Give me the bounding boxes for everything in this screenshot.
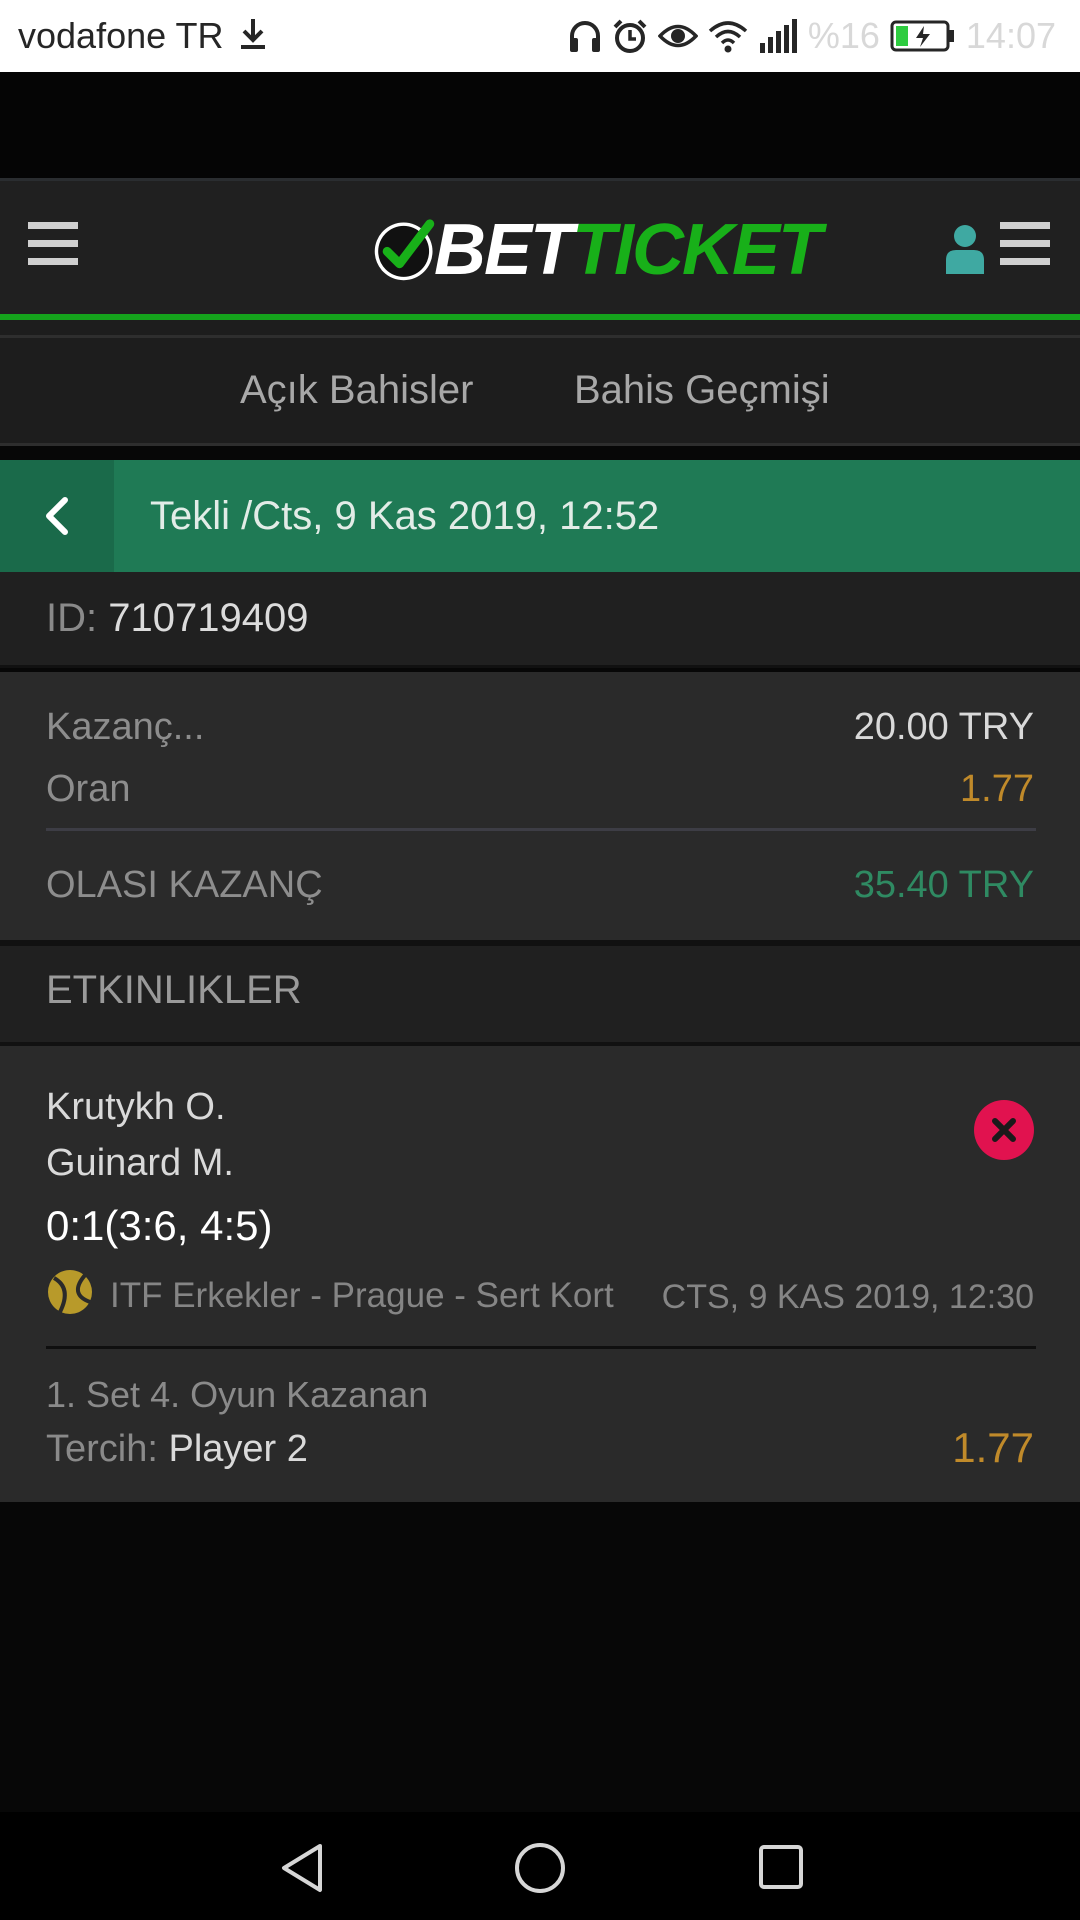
wifi-icon [708, 19, 748, 53]
beticket-logo[interactable]: BETTICKET [372, 202, 822, 298]
menu-icon[interactable] [28, 222, 78, 272]
nav-home-icon[interactable] [514, 1842, 566, 1899]
logo-bet-text: BET [434, 210, 574, 290]
signal-icon [758, 19, 798, 53]
back-button[interactable] [0, 460, 114, 572]
close-icon [992, 1118, 1016, 1142]
odds-label: Oran [46, 768, 131, 810]
bet-id: ID: 710719409 [46, 596, 308, 641]
league-info: ITF Erkekler - Prague - Sert Kort [46, 1269, 614, 1320]
bet-tabs: Açık Bahisler Bahis Geçmişi [0, 338, 1080, 446]
selection-value: Player 2 [168, 1428, 308, 1470]
selection: Tercih: Player 2 [46, 1428, 308, 1471]
potential-win-value: 35.40 TRY [853, 864, 1034, 906]
status-icons: %16 14:07 [568, 14, 1056, 58]
account-menu-icon[interactable] [1000, 222, 1050, 272]
bet-id-value: 710719409 [108, 596, 309, 640]
eye-icon [657, 21, 698, 51]
carrier-name: vodafone TR [18, 16, 268, 59]
tennis-ball-icon [46, 1268, 94, 1325]
alarm-icon [612, 18, 648, 54]
bet-id-label: ID: [46, 596, 98, 640]
tab-open-bets[interactable]: Açık Bahisler [240, 338, 473, 443]
nav-back-icon[interactable] [278, 1842, 326, 1899]
stake-label: Kazanç... [46, 706, 205, 748]
summary-divider [46, 828, 1036, 831]
clock-time: 14:07 [965, 15, 1056, 56]
user-icon[interactable] [944, 224, 986, 274]
top-band [0, 72, 1080, 178]
team-two: Guinard M. [46, 1142, 234, 1184]
market-name: 1. Set 4. Oyun Kazanan [46, 1374, 429, 1415]
nav-recents-icon[interactable] [758, 1844, 804, 1895]
team-one: Krutykh O. [46, 1086, 226, 1128]
headphones-icon [568, 18, 602, 54]
selection-odds: 1.77 [952, 1424, 1034, 1471]
bet-title: Tekli /Cts, 9 Kas 2019, 12:52 [150, 494, 660, 538]
league-name: ITF Erkekler - Prague - Sert Kort [110, 1276, 614, 1315]
event-date: CTS, 9 KAS 2019, 12:30 [661, 1278, 1034, 1316]
system-nav-bar [0, 1812, 1080, 1920]
tab-bet-history[interactable]: Bahis Geçmişi [574, 338, 830, 443]
stake-value: 20.00 TRY [853, 706, 1034, 748]
check-logo-icon [374, 219, 435, 281]
battery-icon [890, 20, 956, 52]
chevron-left-icon [46, 497, 68, 535]
match-score: 0:1(3:6, 4:5) [46, 1202, 273, 1249]
event-divider [46, 1346, 1036, 1349]
download-icon [238, 17, 268, 59]
events-title: ETKINLIKLER [46, 968, 302, 1012]
remove-event-button[interactable] [974, 1100, 1034, 1160]
potential-win-label: OLASI KAZANÇ [46, 864, 323, 906]
selection-label: Tercih: [46, 1428, 158, 1470]
header-underline [0, 320, 1080, 338]
odds-value: 1.77 [960, 768, 1034, 810]
logo-ticket-text: TICKET [572, 210, 822, 290]
battery-percent: %16 [807, 15, 880, 56]
